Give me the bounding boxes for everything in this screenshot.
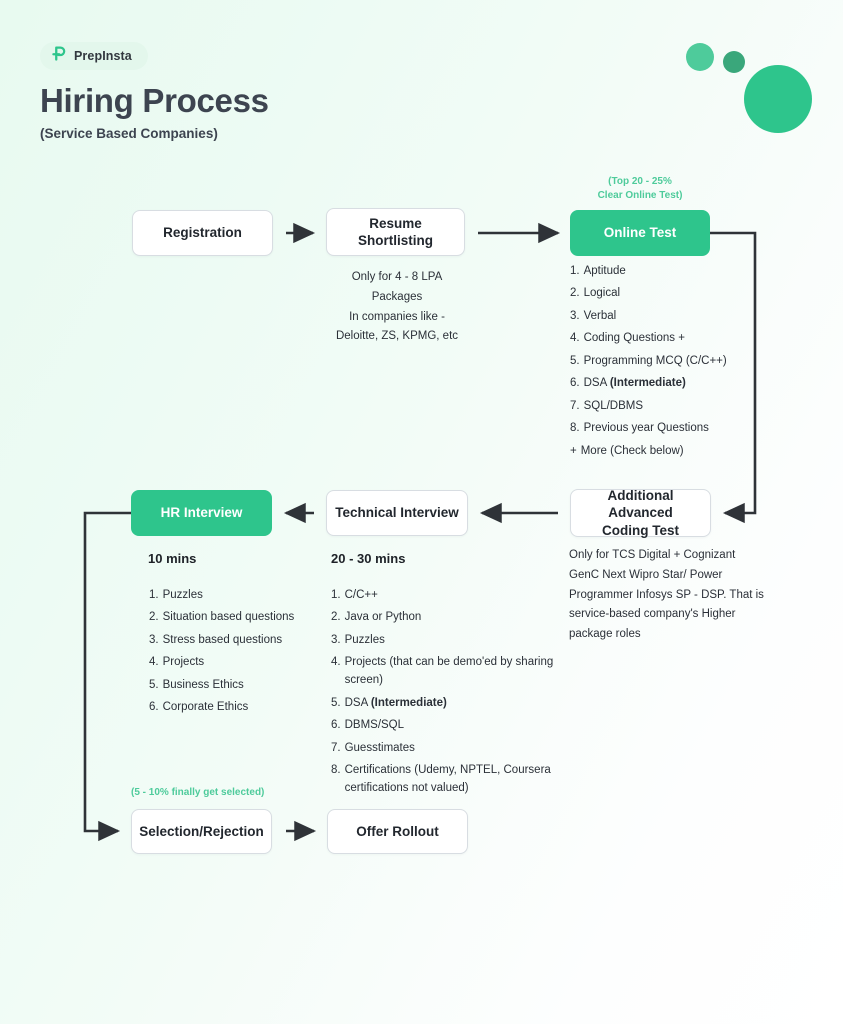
arrow-hr-to-selection — [83, 511, 131, 842]
list-item-label: Puzzles — [344, 633, 385, 646]
list-item: 7. Guesstimates — [331, 740, 571, 758]
list-item: 3. Stress based questions — [149, 632, 329, 650]
list-item-marker: 8. — [570, 422, 580, 435]
decorative-circle-medium — [686, 43, 714, 71]
list-item-marker: 6. — [570, 377, 580, 390]
list-item-marker: 5. — [149, 678, 159, 691]
decorative-circle-large — [744, 65, 812, 133]
list-item-label: Stress based questions — [162, 633, 283, 646]
list-item-label: SQL/DBMS — [583, 399, 644, 412]
list-item-label: Puzzles — [162, 589, 203, 601]
list-item: 2. Java or Python — [331, 609, 571, 627]
hr-interview-duration: 10 mins — [148, 551, 197, 566]
list-item-marker: 3. — [331, 633, 341, 646]
list-item: 5. Programming MCQ (C/C++) — [570, 353, 770, 371]
list-item-marker: 1. — [149, 589, 159, 601]
list-item: + More (Check below) — [570, 443, 770, 461]
prepinsta-logo-icon — [51, 45, 68, 68]
node-offer-rollout[interactable]: Offer Rollout — [327, 809, 468, 854]
list-item: 8. Previous year Questions — [570, 420, 770, 438]
list-item: 5. Business Ethics — [149, 677, 329, 695]
list-item-marker: 7. — [570, 399, 580, 412]
list-item: 2. Situation based questions — [149, 609, 329, 627]
page-title: Hiring Process — [40, 82, 269, 119]
list-item-label: DBMS/SQL — [344, 719, 405, 732]
list-item-label: Business Ethics — [162, 678, 244, 691]
prepinsta-logo-text: PrepInsta — [74, 49, 132, 63]
list-item-marker: 2. — [331, 611, 341, 624]
node-registration[interactable]: Registration — [132, 210, 273, 256]
list-item: 7. SQL/DBMS — [570, 398, 770, 416]
hiring-process-infographic: PrepInsta Hiring Process (Service Based … — [0, 0, 843, 1024]
list-item-label: Guesstimates — [344, 741, 415, 754]
decorative-circle-small — [723, 51, 745, 73]
note-resume-shortlisting-detail: Only for 4 - 8 LPA Packages In companies l… — [335, 271, 459, 343]
list-item-label: More (Check below) — [580, 444, 684, 457]
note-online-test-clear-rate: (Top 20 - 25% Clear Online Test) — [597, 176, 683, 202]
list-item-label: Previous year Questions — [583, 422, 709, 435]
list-item-label: Programming MCQ (C/C++) — [583, 354, 727, 367]
node-technical-interview[interactable]: Technical Interview — [326, 490, 468, 536]
list-item: 4. Coding Questions + — [570, 330, 770, 348]
list-item-label: Java or Python — [344, 611, 422, 624]
list-item-marker: 3. — [570, 309, 580, 322]
node-selection-rejection[interactable]: Selection/Rejection — [131, 809, 272, 854]
list-item: 1. C/C++ — [331, 587, 571, 605]
prepinsta-logo-badge: PrepInsta — [40, 42, 148, 70]
list-item-marker: 2. — [149, 611, 159, 624]
node-advanced-coding-test[interactable]: Additional Advanced Coding Test — [570, 488, 711, 538]
list-item-marker: 6. — [331, 719, 341, 732]
list-item-marker: 2. — [570, 287, 580, 300]
list-item-marker: 5. — [570, 354, 580, 367]
list-item: 3. Puzzles — [331, 632, 571, 650]
page-subtitle: (Service Based Companies) — [40, 126, 218, 141]
list-item-marker: 4. — [570, 332, 580, 345]
list-item-marker: 3. — [149, 633, 159, 646]
note-selection-rate: (5 - 10% finally get selected) — [131, 787, 265, 798]
list-item: 2. Logical — [570, 285, 770, 303]
list-item-label: Coding Questions + — [583, 332, 685, 345]
list-item-marker: 1. — [331, 589, 341, 601]
list-item-marker: 8. — [331, 764, 341, 776]
list-item: 6. DSA (Intermediate) — [570, 375, 770, 393]
list-item-label: Certifications (Udemy, NPTEL, Coursera c… — [344, 764, 551, 794]
list-item-label: DSA (Intermediate) — [583, 377, 686, 390]
list-item: 4. Projects (that can be demo'ed by shari… — [331, 654, 571, 690]
list-item-marker: 4. — [331, 656, 341, 669]
list-item: 6. DBMS/SQL — [331, 717, 571, 735]
list-item: 6. Corporate Ethics — [149, 699, 329, 717]
list-item-label: Corporate Ethics — [162, 701, 249, 714]
list-item: 5. DSA (Intermediate) — [331, 695, 571, 713]
node-resume-shortlisting[interactable]: Resume Shortlisting — [326, 208, 465, 256]
node-hr-interview[interactable]: HR Interview — [131, 490, 272, 536]
list-item: 8. Certifications (Udemy, NPTEL, Coursera… — [331, 762, 571, 798]
list-item-marker: 6. — [149, 701, 159, 714]
technical-interview-duration: 20 - 30 mins — [331, 551, 406, 566]
list-item: 1. Aptitude — [570, 263, 770, 281]
node-online-test[interactable]: Online Test — [570, 210, 710, 256]
list-hr-interview-topics: 1. Puzzles 2. Situation based questions 3. St… — [149, 587, 329, 722]
list-item-label: Projects — [162, 656, 205, 669]
list-item: 3. Verbal — [570, 308, 770, 326]
list-item-label: C/C++ — [344, 589, 378, 601]
list-technical-interview-topics: 1. C/C++ 2. Java or Python 3. Puzzles 4. Projec… — [331, 587, 571, 802]
list-item-label: Verbal — [583, 309, 617, 322]
list-item-label: DSA (Intermediate) — [344, 696, 447, 709]
list-item-marker: 1. — [570, 265, 580, 277]
note-advanced-coding-detail: Only for TCS Digital + Cognizant GenC Ne… — [569, 549, 764, 641]
list-item-label: Projects (that can be demo'ed by sharing… — [344, 656, 554, 687]
list-item-label: Logical — [583, 287, 621, 300]
list-item-marker: 7. — [331, 741, 341, 754]
list-item-label: Aptitude — [583, 265, 626, 277]
list-online-test-topics: 1. Aptitude 2. Logical 3. Verbal 4. Coding Ques… — [570, 263, 770, 465]
list-item: 4. Projects — [149, 654, 329, 672]
list-item: 1. Puzzles — [149, 587, 329, 605]
list-item-marker: + — [570, 444, 577, 457]
list-item-marker: 4. — [149, 656, 159, 669]
list-item-label: Situation based questions — [162, 611, 295, 624]
list-item-marker: 5. — [331, 696, 341, 709]
